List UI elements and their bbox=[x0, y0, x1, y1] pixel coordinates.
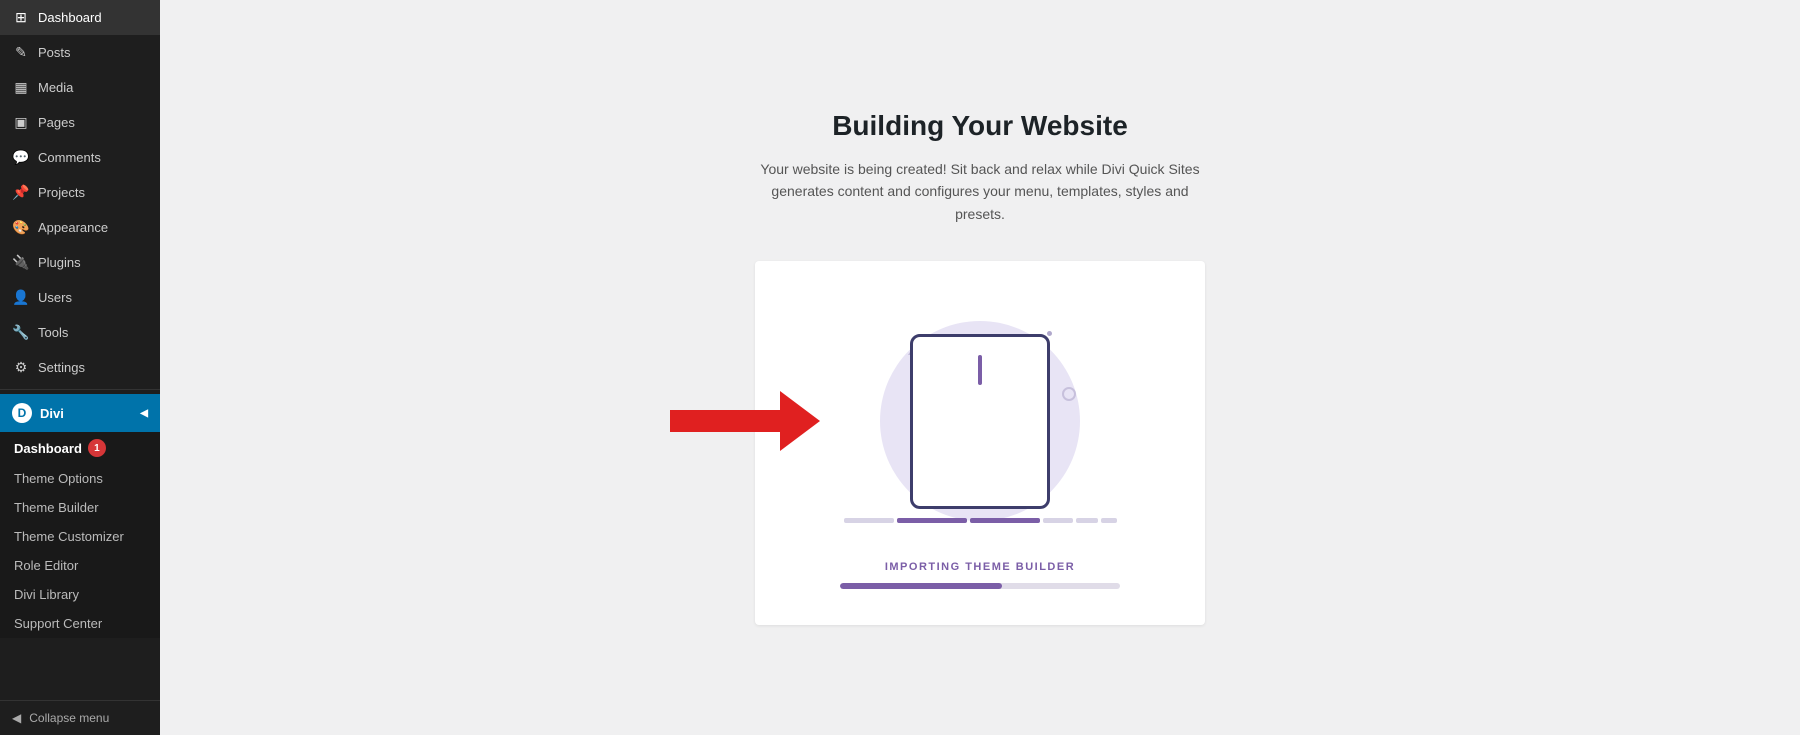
building-card: IMPORTING THEME BUILDER bbox=[755, 261, 1205, 625]
device-frame bbox=[910, 334, 1050, 509]
p-line-5 bbox=[1076, 518, 1098, 523]
red-arrow bbox=[670, 391, 820, 451]
sidebar-item-plugins-label: Plugins bbox=[38, 255, 81, 270]
dashboard-icon: ⊞ bbox=[12, 9, 30, 26]
divi-logo-icon: D bbox=[12, 403, 32, 423]
device-cursor bbox=[978, 355, 982, 385]
sidebar-item-posts-label: Posts bbox=[38, 45, 71, 60]
divi-submenu-item-theme-options[interactable]: Theme Options bbox=[0, 464, 160, 493]
p-line-1 bbox=[844, 518, 894, 523]
sidebar-item-settings[interactable]: ⚙ Settings bbox=[0, 350, 160, 385]
sidebar-item-projects[interactable]: 📌 Projects bbox=[0, 175, 160, 210]
sidebar: ⊞ Dashboard ✎ Posts ▦ Media ▣ Pages 💬 Co… bbox=[0, 0, 160, 735]
sidebar-item-projects-label: Projects bbox=[38, 185, 85, 200]
sidebar-item-plugins[interactable]: 🔌 Plugins bbox=[0, 245, 160, 280]
sidebar-item-pages-label: Pages bbox=[38, 115, 75, 130]
divi-submenu: Dashboard 1 Theme Options Theme Builder … bbox=[0, 432, 160, 638]
sidebar-item-users-label: Users bbox=[38, 290, 72, 305]
progress-bar-track bbox=[840, 583, 1120, 589]
sidebar-item-posts[interactable]: ✎ Posts bbox=[0, 35, 160, 70]
divi-submenu-item-divi-library[interactable]: Divi Library bbox=[0, 580, 160, 609]
sidebar-item-appearance-label: Appearance bbox=[38, 220, 108, 235]
pages-icon: ▣ bbox=[12, 114, 30, 131]
p-line-4 bbox=[1043, 518, 1073, 523]
dashboard-badge: 1 bbox=[88, 439, 106, 457]
arrow-shaft bbox=[670, 410, 780, 432]
theme-builder-label: Theme Builder bbox=[14, 500, 99, 515]
sidebar-item-dashboard[interactable]: ⊞ Dashboard bbox=[0, 0, 160, 35]
sidebar-item-dashboard-label: Dashboard bbox=[38, 10, 102, 25]
theme-options-label: Theme Options bbox=[14, 471, 103, 486]
divi-submenu-item-theme-builder[interactable]: Theme Builder bbox=[0, 493, 160, 522]
collapse-menu-button[interactable]: ◀ Collapse menu bbox=[0, 700, 160, 735]
sidebar-item-users[interactable]: 👤 Users bbox=[0, 280, 160, 315]
role-editor-label: Role Editor bbox=[14, 558, 78, 573]
progress-bar-fill bbox=[840, 583, 1002, 589]
users-icon: 👤 bbox=[12, 289, 30, 306]
divi-submenu-item-support-center[interactable]: Support Center bbox=[0, 609, 160, 638]
red-arrow-container bbox=[670, 391, 820, 451]
progress-lines bbox=[844, 518, 1117, 523]
sidebar-item-divi[interactable]: D Divi ◀ bbox=[0, 394, 160, 432]
support-center-label: Support Center bbox=[14, 616, 102, 631]
sidebar-item-media-label: Media bbox=[38, 80, 73, 95]
p-line-6 bbox=[1101, 518, 1117, 523]
p-line-3 bbox=[970, 518, 1040, 523]
sidebar-item-tools-label: Tools bbox=[38, 325, 68, 340]
illustration bbox=[840, 301, 1120, 541]
divi-label: Divi bbox=[40, 406, 64, 421]
appearance-icon: 🎨 bbox=[12, 219, 30, 236]
sidebar-item-pages[interactable]: ▣ Pages bbox=[0, 105, 160, 140]
arrow-head bbox=[780, 391, 820, 451]
tools-icon: 🔧 bbox=[12, 324, 30, 341]
plugins-icon: 🔌 bbox=[12, 254, 30, 271]
page-title: Building Your Website bbox=[832, 110, 1128, 142]
dec-circle-1 bbox=[1062, 387, 1076, 401]
sidebar-item-tools[interactable]: 🔧 Tools bbox=[0, 315, 160, 350]
collapse-menu-label: Collapse menu bbox=[29, 711, 109, 725]
chevron-left-icon: ◀ bbox=[140, 408, 148, 419]
status-label: IMPORTING THEME BUILDER bbox=[885, 561, 1075, 573]
theme-customizer-label: Theme Customizer bbox=[14, 529, 124, 544]
divi-submenu-item-dashboard[interactable]: Dashboard 1 bbox=[0, 432, 160, 464]
divi-library-label: Divi Library bbox=[14, 587, 79, 602]
sidebar-item-settings-label: Settings bbox=[38, 360, 85, 375]
posts-icon: ✎ bbox=[12, 44, 30, 61]
projects-icon: 📌 bbox=[12, 184, 30, 201]
media-icon: ▦ bbox=[12, 79, 30, 96]
sidebar-item-comments-label: Comments bbox=[38, 150, 101, 165]
collapse-arrow-icon: ◀ bbox=[12, 711, 21, 725]
sidebar-divider bbox=[0, 389, 160, 390]
sidebar-item-comments[interactable]: 💬 Comments bbox=[0, 140, 160, 175]
settings-icon: ⚙ bbox=[12, 359, 30, 376]
divi-dashboard-label: Dashboard bbox=[14, 441, 82, 456]
page-subtitle: Your website is being created! Sit back … bbox=[755, 158, 1205, 225]
dec-dot-1 bbox=[1047, 331, 1052, 336]
sidebar-item-appearance[interactable]: 🎨 Appearance bbox=[0, 210, 160, 245]
divi-submenu-item-role-editor[interactable]: Role Editor bbox=[0, 551, 160, 580]
main-content: Building Your Website Your website is be… bbox=[160, 0, 1800, 735]
divi-submenu-item-theme-customizer[interactable]: Theme Customizer bbox=[0, 522, 160, 551]
comments-icon: 💬 bbox=[12, 149, 30, 166]
p-line-2 bbox=[897, 518, 967, 523]
sidebar-item-media[interactable]: ▦ Media bbox=[0, 70, 160, 105]
